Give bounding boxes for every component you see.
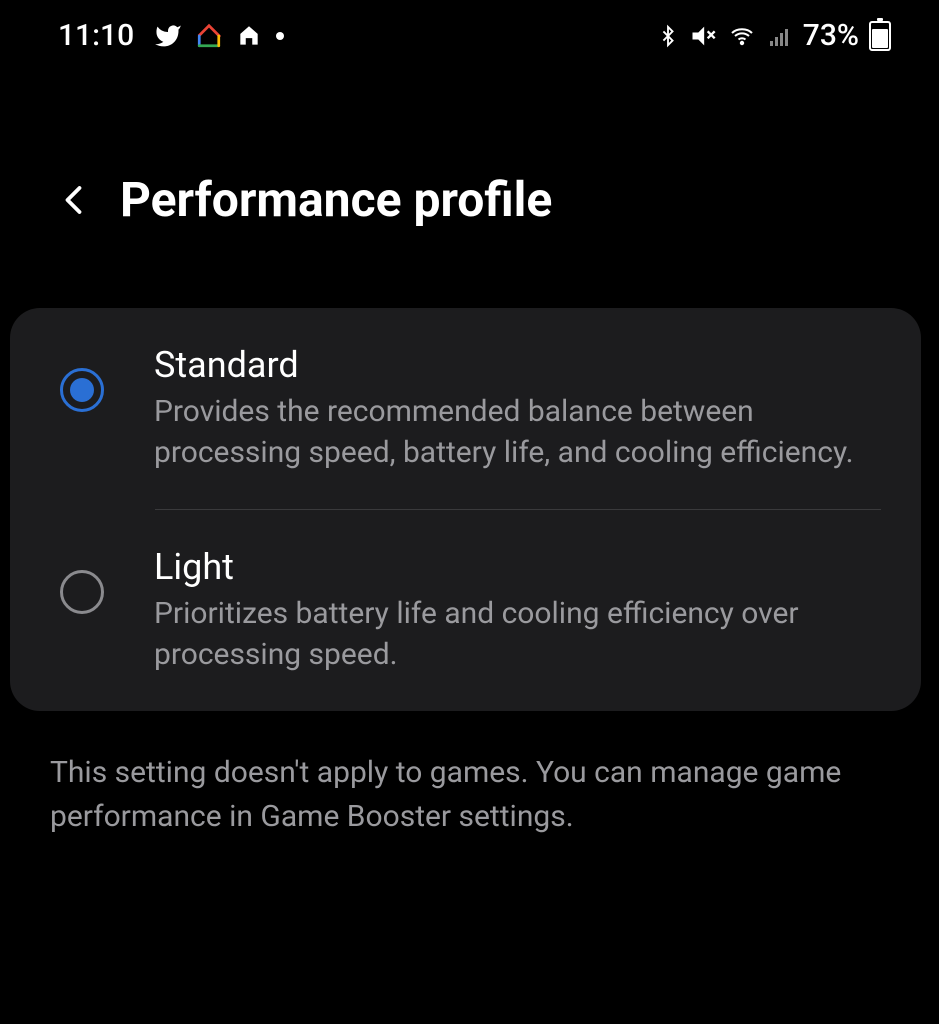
battery-percent: 73% (803, 18, 859, 53)
signal-icon (767, 24, 793, 48)
status-bar-left: 11:10 (58, 18, 284, 53)
bluetooth-icon (657, 22, 679, 50)
header: Performance profile (0, 71, 939, 268)
option-description: Prioritizes battery life and cooling eff… (154, 594, 881, 675)
wifi-icon (727, 24, 757, 48)
status-bar-right: 73% (657, 18, 891, 53)
options-card: Standard Provides the recommended balanc… (10, 308, 921, 711)
option-text: Light Prioritizes battery life and cooli… (154, 546, 881, 675)
status-bar: 11:10 73% (0, 0, 939, 71)
page-title: Performance profile (120, 171, 552, 228)
option-title: Light (154, 546, 881, 588)
option-light[interactable]: Light Prioritizes battery life and cooli… (10, 510, 921, 711)
option-title: Standard (154, 344, 881, 386)
radio-standard[interactable] (60, 368, 104, 412)
footer-note: This setting doesn't apply to games. You… (0, 711, 939, 858)
status-time: 11:10 (58, 18, 134, 53)
more-notifications-dot (276, 32, 284, 40)
option-text: Standard Provides the recommended balanc… (154, 344, 881, 473)
nest-icon (236, 23, 262, 49)
radio-light[interactable] (60, 570, 104, 614)
option-description: Provides the recommended balance between… (154, 392, 881, 473)
back-button[interactable] (50, 175, 100, 225)
mute-icon (689, 22, 717, 50)
option-standard[interactable]: Standard Provides the recommended balanc… (10, 308, 921, 509)
twitter-icon (154, 22, 182, 50)
battery-icon (869, 21, 891, 51)
google-home-icon (196, 23, 222, 49)
